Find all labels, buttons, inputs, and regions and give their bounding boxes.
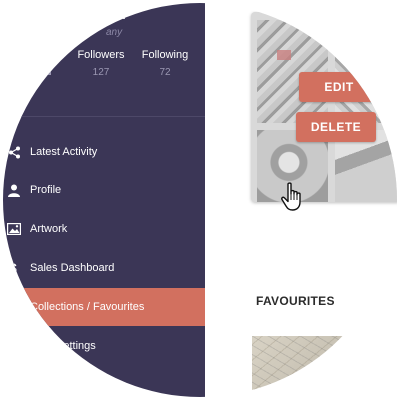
gear-icon xyxy=(7,339,21,353)
share-icon xyxy=(7,145,21,159)
followers-label: Followers xyxy=(77,49,125,61)
followers-stat[interactable]: Followers 127 xyxy=(66,49,136,78)
sidebar-item-label: Sales Dashboard xyxy=(30,262,115,274)
sidebar-item-collections-favourites[interactable]: Collections / Favourites xyxy=(3,288,227,326)
sidebar-item-label: Settings xyxy=(56,340,96,352)
stat-cutoff-fragment xyxy=(48,67,56,77)
delete-button[interactable]: DELETE xyxy=(296,112,376,142)
collection-card[interactable] xyxy=(251,12,397,202)
profile-company: any xyxy=(106,27,123,38)
sidebar-item-latest-activity[interactable]: Latest Activity xyxy=(3,133,205,171)
following-label: Following xyxy=(141,49,189,61)
following-count: 72 xyxy=(159,67,171,78)
main-content: EDIT DELETE FAVOURITES xyxy=(205,3,397,397)
sidebar-item-profile[interactable]: Profile xyxy=(3,171,205,209)
hand-pointer-icon xyxy=(280,182,306,212)
dollar-icon: $ xyxy=(7,261,21,275)
sidebar-item-settings[interactable]: Settings xyxy=(3,327,205,365)
sidebar-divider xyxy=(3,116,205,117)
profile-name: een xyxy=(100,6,126,23)
user-icon xyxy=(7,183,21,197)
sidebar-item-sales-dashboard[interactable]: $ Sales Dashboard xyxy=(3,249,205,287)
edit-button[interactable]: EDIT xyxy=(299,72,379,102)
sidebar-item-artwork[interactable]: Artwork xyxy=(3,210,205,248)
favourite-artwork-thumbnail[interactable] xyxy=(252,336,372,397)
favourites-heading: FAVOURITES xyxy=(256,294,335,308)
sidebar-item-label: Artwork xyxy=(30,223,68,235)
following-stat[interactable]: Following 72 xyxy=(130,49,200,78)
sidebar-item-label: Latest Activity xyxy=(30,146,98,158)
sidebar-item-label: Collections / Favourites xyxy=(30,301,145,313)
heart-icon xyxy=(7,300,21,314)
image-icon xyxy=(7,222,21,236)
app-viewport: een any Followers 127 Following 72 Lates… xyxy=(3,3,397,397)
sidebar-item-label: Profile xyxy=(30,184,62,196)
followers-count: 127 xyxy=(92,67,110,78)
svg-text:$: $ xyxy=(9,261,17,275)
sidebar: een any Followers 127 Following 72 Lates… xyxy=(3,3,227,397)
decorative-mark xyxy=(373,290,379,303)
